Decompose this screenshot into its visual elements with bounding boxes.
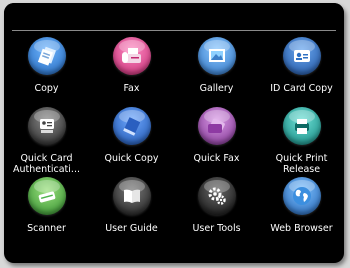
app-gallery[interactable]: Gallery [174,37,259,107]
app-label: User Tools [192,223,241,234]
quick-print-release-icon [282,107,321,145]
app-scanner[interactable]: Scanner [4,177,89,239]
app-label: Copy [34,83,59,94]
app-quick-card-authentication[interactable]: Quick Card Authenticati... [4,107,89,177]
gallery-icon [197,37,236,75]
top-bar [4,3,344,30]
home-screen: Copy Fax Gallery ID Card Copy Quick Card… [4,3,344,263]
app-fax[interactable]: Fax [89,37,174,107]
app-user-guide[interactable]: User Guide [89,177,174,239]
fax-icon [112,37,151,75]
app-quick-print-release[interactable]: Quick Print Release [259,107,344,177]
quick-copy-icon [112,107,151,145]
web-browser-icon [282,177,321,215]
app-label: Web Browser [270,223,333,234]
app-label: Scanner [27,223,66,234]
app-label: ID Card Copy [270,83,333,94]
app-label: Quick Card Authenticati... [13,153,80,175]
user-tools-icon [197,177,236,215]
app-label: Quick Print Release [275,153,328,175]
app-label: User Guide [105,223,158,234]
app-copy[interactable]: Copy [4,37,89,107]
id-card-copy-icon [282,37,321,75]
app-quick-copy[interactable]: Quick Copy [89,107,174,177]
quick-fax-icon [197,107,236,145]
app-web-browser[interactable]: Web Browser [259,177,344,239]
app-label: Quick Fax [193,153,240,164]
scanner-icon [27,177,66,215]
quick-card-authentication-icon [27,107,66,145]
app-id-card-copy[interactable]: ID Card Copy [259,37,344,107]
app-user-tools[interactable]: User Tools [174,177,259,239]
user-guide-icon [112,177,151,215]
divider [12,30,336,31]
app-label: Gallery [199,83,234,94]
app-label: Fax [123,83,140,94]
copy-icon [27,37,66,75]
app-label: Quick Copy [104,153,159,164]
app-quick-fax[interactable]: Quick Fax [174,107,259,177]
app-grid: Copy Fax Gallery ID Card Copy Quick Card… [4,37,344,239]
